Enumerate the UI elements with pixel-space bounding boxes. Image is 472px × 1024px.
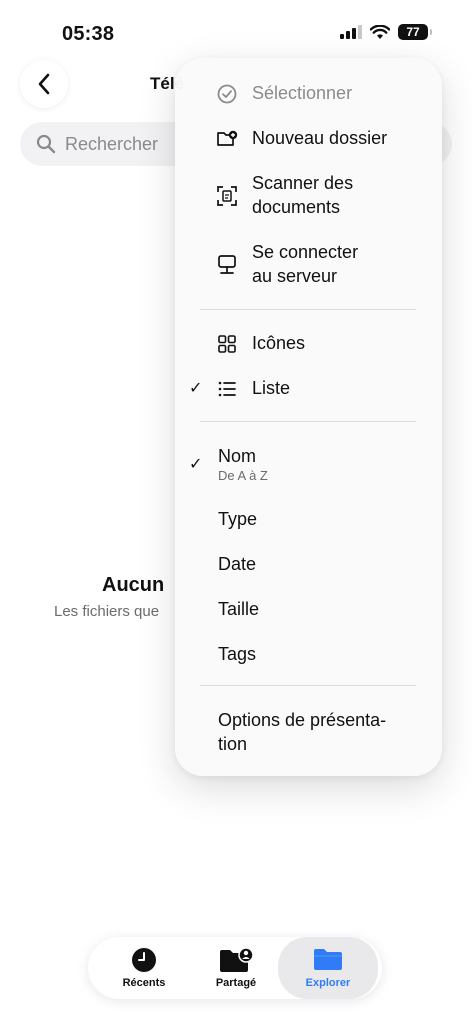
status-icons: 77 <box>340 24 432 40</box>
folder-icon <box>314 949 342 970</box>
menu-item-sort-tags-label: Tags <box>218 644 257 664</box>
menu-item-new-folder-label: Nouveau dossier <box>252 128 388 148</box>
menu-item-sort-size[interactable]: Taille <box>175 597 442 623</box>
server-icon <box>218 255 236 274</box>
menu-item-connect-server[interactable]: Se connecter au serveur <box>175 240 442 290</box>
search-placeholder: Rechercher <box>65 134 159 154</box>
status-time: 05:38 <box>62 23 115 45</box>
tab-recents-label: Récents <box>122 977 166 989</box>
menu-item-icons-label: Icônes <box>252 333 306 353</box>
empty-state-title: Aucun <box>102 574 165 596</box>
menu-item-icons-view[interactable]: Icônes <box>175 331 442 357</box>
status-bar: 05:38 77 <box>0 0 472 64</box>
folder-plus-icon <box>217 130 238 146</box>
menu-item-options-line2: tion <box>218 734 248 754</box>
menu-item-sort-tags[interactable]: Tags <box>175 642 442 668</box>
tab-bar: Récents Partagé Explorer <box>88 937 382 999</box>
menu-item-new-folder[interactable]: Nouveau dossier <box>175 126 442 152</box>
menu-item-sort-type[interactable]: Type <box>175 507 442 533</box>
menu-item-select-label: Sélectionner <box>252 83 353 103</box>
menu-item-sort-date[interactable]: Date <box>175 552 442 578</box>
menu-divider <box>200 685 416 686</box>
tab-browse[interactable]: Explorer <box>278 937 378 999</box>
document-scanner-icon <box>217 186 237 206</box>
menu-divider <box>200 309 416 310</box>
shared-folder-icon <box>220 947 254 972</box>
menu-item-sort-name-label: Nom <box>218 446 257 466</box>
menu-item-scan-line1: Scanner des <box>252 173 354 193</box>
battery-icon: 77 <box>398 24 432 40</box>
grid-icon <box>218 335 236 353</box>
menu-item-list-label: Liste <box>252 378 291 398</box>
tab-shared-label: Partagé <box>215 977 257 989</box>
menu-item-sort-name[interactable]: ✓ Nom De A à Z <box>175 444 442 488</box>
menu-item-connect-line2: au serveur <box>252 266 338 286</box>
menu-item-sort-name-sub: De A à Z <box>218 468 268 483</box>
view-options-menu: Sélectionner Nouveau dossier Scanner des… <box>175 58 442 776</box>
menu-item-scan-line2: documents <box>252 197 341 217</box>
tab-shared[interactable]: Partagé <box>186 937 286 999</box>
menu-item-connect-line1: Se connecter <box>252 242 359 262</box>
back-button[interactable] <box>20 60 68 108</box>
menu-item-scan-documents[interactable]: Scanner des documents <box>175 171 442 221</box>
menu-item-options-line1: Options de présenta- <box>218 710 387 730</box>
checkmark-circle-icon <box>217 84 237 104</box>
empty-state-subtitle: Les fichiers que <box>54 603 160 620</box>
tab-recents[interactable]: Récents <box>94 937 194 999</box>
wifi-icon <box>370 24 390 39</box>
checkmark-icon: ✓ <box>189 380 203 397</box>
menu-divider <box>200 421 416 422</box>
menu-item-sort-size-label: Taille <box>218 599 260 619</box>
menu-item-select[interactable]: Sélectionner <box>175 81 442 107</box>
list-icon <box>218 381 236 397</box>
search-icon <box>36 134 56 154</box>
menu-item-sort-type-label: Type <box>218 509 258 529</box>
chevron-left-icon <box>38 73 50 95</box>
menu-item-list-view[interactable]: ✓ Liste <box>175 376 442 402</box>
menu-item-sort-date-label: Date <box>218 554 257 574</box>
tab-browse-label: Explorer <box>305 977 351 989</box>
checkmark-icon: ✓ <box>189 456 203 473</box>
clock-icon <box>132 948 156 972</box>
menu-item-view-options[interactable]: Options de présenta- tion <box>175 708 442 758</box>
cellular-signal-icon <box>340 25 362 39</box>
